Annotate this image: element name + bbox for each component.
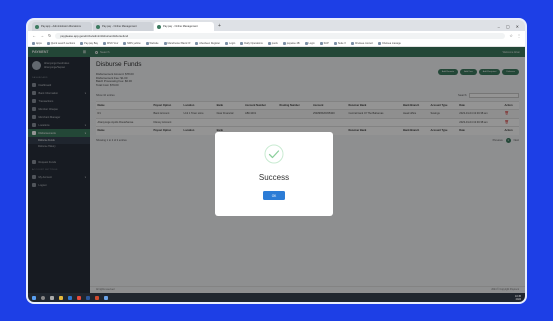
bookmark-icon — [225, 41, 229, 45]
forward-icon[interactable]: → — [40, 33, 44, 38]
maximize-icon[interactable]: ▢ — [506, 22, 510, 31]
bookmark-icon — [282, 41, 286, 45]
clock-date: 2024 — [515, 297, 521, 301]
bookmark-icon — [377, 41, 381, 45]
search-icon[interactable] — [41, 295, 45, 300]
bookmark-icon — [195, 41, 199, 45]
bookmark-item[interactable]: Aberdeen Register — [195, 41, 220, 45]
bookmark-item[interactable]: Login — [225, 41, 235, 45]
chrome-icon[interactable] — [77, 295, 81, 300]
bookmark-item[interactable]: Suite X — [333, 41, 346, 45]
success-modal: Success OK — [215, 132, 333, 216]
task-view-icon[interactable] — [50, 295, 54, 300]
modal-title: Success — [258, 173, 290, 182]
bookmark-item[interactable]: Website — [145, 41, 159, 45]
file-explorer-icon[interactable] — [59, 295, 63, 300]
bookmark-icon — [163, 41, 167, 45]
bookmark-item[interactable]: SCP — [319, 41, 329, 45]
tab-label: Pay.app - Administrator Allocations — [41, 25, 81, 28]
minimize-icon[interactable]: – — [498, 22, 500, 31]
browser-tab-2[interactable]: Pay.pay - Online Management — [93, 22, 153, 31]
bookmark-item[interactable]: Manchester Bank Of — [163, 41, 190, 45]
bookmark-icon — [103, 41, 107, 45]
new-tab-icon[interactable]: + — [215, 22, 224, 31]
ok-button[interactable]: OK — [263, 191, 285, 200]
bookmark-item[interactable]: Chelsea concert — [350, 41, 373, 45]
bookmark-item[interactable]: pools — [267, 41, 278, 45]
bookmark-item[interactable]: Login — [304, 41, 315, 45]
bookmark-item[interactable]: MRS yellow — [123, 41, 141, 45]
word-icon[interactable] — [86, 295, 90, 300]
browser-tab-3[interactable]: Pay.pay - Online Management — [154, 22, 214, 31]
bookmark-icon — [267, 41, 271, 45]
apps-icon — [32, 41, 35, 45]
window-controls: – ▢ ✕ — [498, 22, 525, 31]
bookmark-icon — [333, 41, 337, 45]
app-icon[interactable] — [95, 295, 99, 300]
bookmark-item[interactable]: MSN Your — [103, 41, 118, 45]
close-icon[interactable]: ✕ — [516, 22, 519, 31]
edge-icon[interactable] — [68, 295, 72, 300]
bookmarks-bar: Apps Quick search sections Pay.pay Bay M… — [28, 40, 525, 47]
tab-label: Pay.pay - Online Management — [163, 25, 198, 28]
bookmark-item[interactable]: Quick search sections — [46, 41, 75, 45]
url-field[interactable]: payplease.app.genebinfo/admin/disburse/d… — [55, 32, 506, 39]
bookmark-item[interactable]: paywise 4B — [282, 41, 300, 45]
bookmark-icon — [80, 41, 84, 45]
bookmark-icon — [123, 41, 127, 45]
taskbar: 10:45 2024 — [28, 293, 525, 302]
bookmark-item[interactable]: Apps — [32, 41, 42, 45]
favicon-icon — [96, 24, 100, 29]
app-icon[interactable] — [104, 295, 108, 300]
bookmark-item[interactable]: Chelsea manage — [377, 41, 401, 45]
favicon-icon — [157, 24, 161, 29]
reload-icon[interactable]: ↻ — [48, 33, 51, 38]
success-check-icon — [264, 144, 284, 164]
bookmark-icon — [350, 41, 354, 45]
bookmark-icon — [46, 41, 50, 45]
favicon-icon — [35, 24, 39, 29]
browser-tabbar: Pay.app - Administrator Allocations Pay.… — [28, 20, 525, 31]
bookmark-item[interactable]: Pay.pay Bay — [80, 41, 98, 45]
bookmark-icon — [319, 41, 323, 45]
bookmark-icon — [145, 41, 149, 45]
clock[interactable]: 10:45 2024 — [515, 295, 521, 301]
tab-label: Pay.pay - Online Management — [102, 25, 137, 28]
bookmark-icon — [304, 41, 308, 45]
address-bar: ← → ↻ payplease.app.genebinfo/admin/disb… — [28, 31, 525, 40]
bookmark-item[interactable]: Daily Operations — [240, 41, 263, 45]
bookmark-icon — [240, 41, 244, 45]
star-icon[interactable]: ☆ — [509, 33, 513, 38]
windows-start-icon[interactable] — [32, 295, 36, 300]
browser-tab-1[interactable]: Pay.app - Administrator Allocations — [32, 22, 92, 31]
back-icon[interactable]: ← — [32, 33, 36, 38]
menu-dots-icon[interactable]: ⋮ — [517, 33, 521, 38]
